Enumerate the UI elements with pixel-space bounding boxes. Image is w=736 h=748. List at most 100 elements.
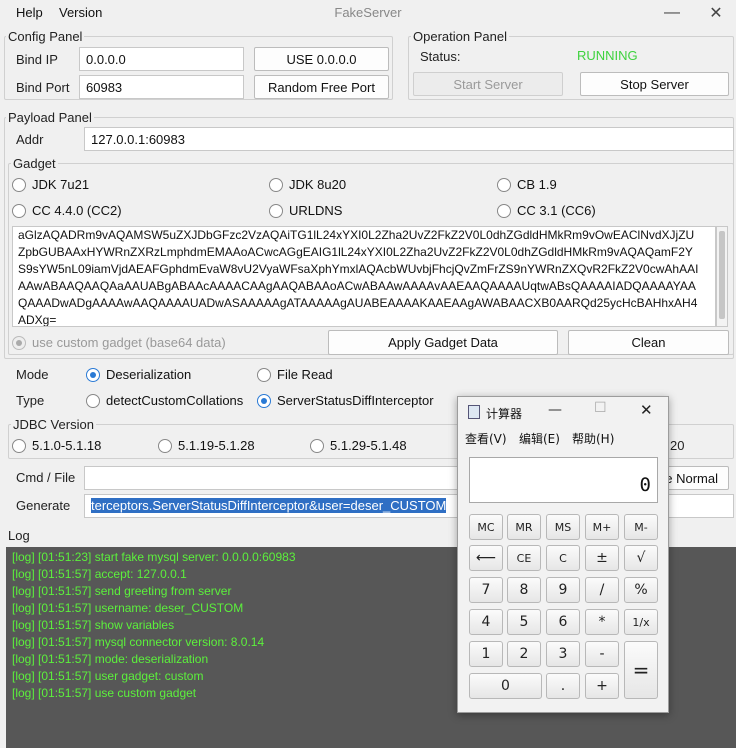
gadget-data-line: AAwABAAQAAQAaAAUABgABAAcAAAACAAgAAQABAAo… — [18, 279, 696, 293]
jdbc-v3-radio[interactable]: 5.1.29-5.1.48 — [310, 438, 407, 453]
key-mminus[interactable]: M- — [624, 514, 658, 540]
radio-icon — [269, 203, 283, 218]
addr-label: Addr — [16, 132, 44, 147]
type-server-status-radio[interactable]: ServerStatusDiffInterceptor — [257, 393, 434, 408]
radio-icon — [12, 335, 26, 350]
key-mc[interactable]: MC — [469, 514, 503, 540]
radio-icon — [310, 438, 324, 453]
key-8[interactable]: 8 — [507, 577, 541, 603]
key-5[interactable]: 5 — [507, 609, 541, 635]
operation-panel-legend: Operation Panel — [411, 29, 509, 44]
key-0[interactable]: 0 — [469, 673, 542, 699]
calculator-display: 0 — [469, 457, 658, 503]
key-1[interactable]: 1 — [469, 641, 503, 667]
generate-label: Generate — [16, 498, 71, 513]
gadget-data-line: S9sYW5nL09iamVjdAEAFGphdmEvaW8vU2VyaWFsa… — [18, 262, 699, 276]
key-7[interactable]: 7 — [469, 577, 503, 603]
jdbc-v2-radio[interactable]: 5.1.19-5.1.28 — [158, 438, 255, 453]
cmd-label: Cmd / File — [16, 470, 76, 485]
generate-selected-text: terceptors.ServerStatusDiffInterceptor&u… — [91, 498, 447, 513]
bind-ip-input[interactable]: 0.0.0.0 — [79, 47, 244, 71]
log-label: Log — [8, 528, 30, 543]
key-ce[interactable]: CE — [507, 545, 541, 571]
use-ip-button[interactable]: USE 0.0.0.0 — [254, 47, 389, 71]
radio-icon — [12, 203, 26, 218]
key-equals[interactable]: = — [624, 641, 658, 699]
key-mr[interactable]: MR — [507, 514, 541, 540]
config-panel-legend: Config Panel — [6, 29, 85, 44]
minimize-icon[interactable]: — — [652, 2, 692, 24]
type-detect-radio[interactable]: detectCustomCollations — [86, 393, 243, 408]
key-3[interactable]: 3 — [546, 641, 580, 667]
calc-menu-view[interactable]: 查看(V) — [465, 430, 507, 447]
radio-icon — [497, 177, 511, 192]
maximize-icon: ☐ — [594, 400, 607, 416]
close-icon[interactable]: ✕ — [640, 401, 653, 419]
gadget-data-line: ADXg= — [18, 313, 57, 327]
key-9[interactable]: 9 — [546, 577, 580, 603]
gadget-data-line: QAAADwADgAAAAwAAQAAAAUADwASAAAAAgATAAAAA… — [18, 296, 698, 310]
scrollbar-thumb[interactable] — [719, 231, 725, 319]
start-server-button[interactable]: Start Server — [413, 72, 563, 96]
clean-button[interactable]: Clean — [568, 330, 729, 355]
key-sqrt[interactable]: √ — [624, 545, 658, 571]
random-port-button[interactable]: Random Free Port — [254, 75, 389, 99]
gadget-data-line: aGlzAQADRm9vAQAMSW5uZXJDbGFzc2VzAQAiTG1l… — [18, 228, 695, 242]
mode-label: Mode — [16, 367, 49, 382]
key-2[interactable]: 2 — [507, 641, 541, 667]
key-percent[interactable]: % — [624, 577, 658, 603]
close-icon[interactable]: ✕ — [696, 2, 736, 24]
minimize-icon[interactable]: — — [548, 402, 562, 418]
payload-panel-legend: Payload Panel — [6, 110, 94, 125]
status-label: Status: — [420, 49, 461, 64]
key-6[interactable]: 6 — [546, 609, 580, 635]
calc-menu-edit[interactable]: 编辑(E) — [519, 430, 560, 447]
gadget-cb19-radio[interactable]: CB 1.9 — [497, 177, 557, 192]
mode-deserialization-radio[interactable]: Deserialization — [86, 367, 191, 382]
mode-file-read-radio[interactable]: File Read — [257, 367, 333, 382]
key-decimal[interactable]: . — [546, 673, 580, 699]
key-ms[interactable]: MS — [546, 514, 580, 540]
gadget-cc2-radio[interactable]: CC 4.4.0 (CC2) — [12, 203, 122, 218]
radio-icon — [269, 177, 283, 192]
apply-gadget-button[interactable]: Apply Gadget Data — [328, 330, 558, 355]
menu-bar: Help Version FakeServer — ✕ — [0, 0, 736, 25]
bind-ip-label: Bind IP — [16, 52, 58, 67]
key-multiply[interactable]: * — [585, 609, 619, 635]
gadget-cc6-radio[interactable]: CC 3.1 (CC6) — [497, 203, 596, 218]
custom-gadget-radio[interactable]: use custom gadget (base64 data) — [12, 335, 226, 350]
bind-port-input[interactable]: 60983 — [79, 75, 244, 99]
jdbc-v4-label[interactable]: 20 — [670, 438, 684, 453]
jdbc-v1-radio[interactable]: 5.1.0-5.1.18 — [12, 438, 101, 453]
key-add[interactable]: + — [585, 673, 619, 699]
bind-port-label: Bind Port — [16, 80, 70, 95]
gadget-jdk8u20-radio[interactable]: JDK 8u20 — [269, 177, 346, 192]
window-title: FakeServer — [334, 5, 402, 20]
calculator-icon — [468, 405, 480, 419]
addr-input[interactable]: 127.0.0.1:60983 — [84, 127, 734, 151]
calc-menu-help[interactable]: 帮助(H) — [572, 430, 614, 447]
key-plus-minus[interactable]: ± — [585, 545, 619, 571]
key-mplus[interactable]: M+ — [585, 514, 619, 540]
key-c[interactable]: C — [546, 545, 580, 571]
type-label: Type — [16, 393, 45, 408]
key-4[interactable]: 4 — [469, 609, 503, 635]
display-value: 0 — [639, 474, 651, 496]
radio-icon — [12, 177, 26, 192]
calculator-window: 计算器 — ☐ ✕ 查看(V) 编辑(E) 帮助(H) 0 MC MR MS M… — [457, 396, 669, 713]
radio-icon — [497, 203, 511, 218]
status-value: RUNNING — [577, 48, 638, 63]
stop-server-button[interactable]: Stop Server — [580, 72, 729, 96]
key-divide[interactable]: / — [585, 577, 619, 603]
radio-icon — [86, 367, 100, 382]
gadget-legend: Gadget — [11, 156, 58, 171]
key-reciprocal[interactable]: 1/x — [624, 609, 658, 635]
gadget-data-scrollbar[interactable] — [716, 226, 728, 327]
gadget-data-textarea[interactable]: aGlzAQADRm9vAQAMSW5uZXJDbGFzc2VzAQAiTG1l… — [12, 226, 716, 327]
jdbc-version-legend: JDBC Version — [11, 417, 96, 432]
key-backspace[interactable]: ⟵ — [469, 545, 503, 571]
gadget-jdk7u21-radio[interactable]: JDK 7u21 — [12, 177, 89, 192]
cmd-input[interactable] — [84, 466, 484, 490]
key-subtract[interactable]: - — [585, 641, 619, 667]
gadget-urldns-radio[interactable]: URLDNS — [269, 203, 342, 218]
